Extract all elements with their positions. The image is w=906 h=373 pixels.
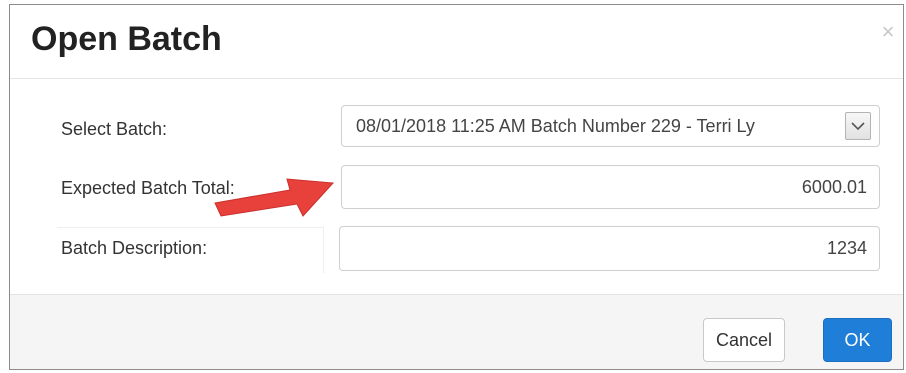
dialog-header: Open Batch × xyxy=(10,5,903,79)
description-value: 1234 xyxy=(826,238,867,258)
cancel-button[interactable]: Cancel xyxy=(703,318,785,362)
select-batch-label: Select Batch: xyxy=(61,119,168,139)
annotation-arrow-icon xyxy=(214,178,335,217)
description-input[interactable]: 1234 xyxy=(339,226,880,271)
description-label: Batch Description: xyxy=(61,238,208,258)
dialog-body: Select Batch: 08/01/2018 11:25 AM Batch … xyxy=(10,79,903,294)
expected-total-input[interactable]: 6000.01 xyxy=(341,165,880,209)
close-icon[interactable]: × xyxy=(877,21,899,43)
dialog-title: Open Batch xyxy=(31,20,222,58)
ok-button[interactable]: OK xyxy=(823,318,892,362)
chevron-down-icon[interactable] xyxy=(845,112,871,140)
select-batch-value: 08/01/2018 11:25 AM Batch Number 229 - T… xyxy=(356,116,755,136)
expected-total-value: 6000.01 xyxy=(801,177,867,197)
dialog-footer: Cancel OK xyxy=(10,294,903,369)
open-batch-dialog: Open Batch × Select Batch: 08/01/2018 11… xyxy=(9,4,904,370)
select-batch-dropdown[interactable]: 08/01/2018 11:25 AM Batch Number 229 - T… xyxy=(341,105,880,147)
